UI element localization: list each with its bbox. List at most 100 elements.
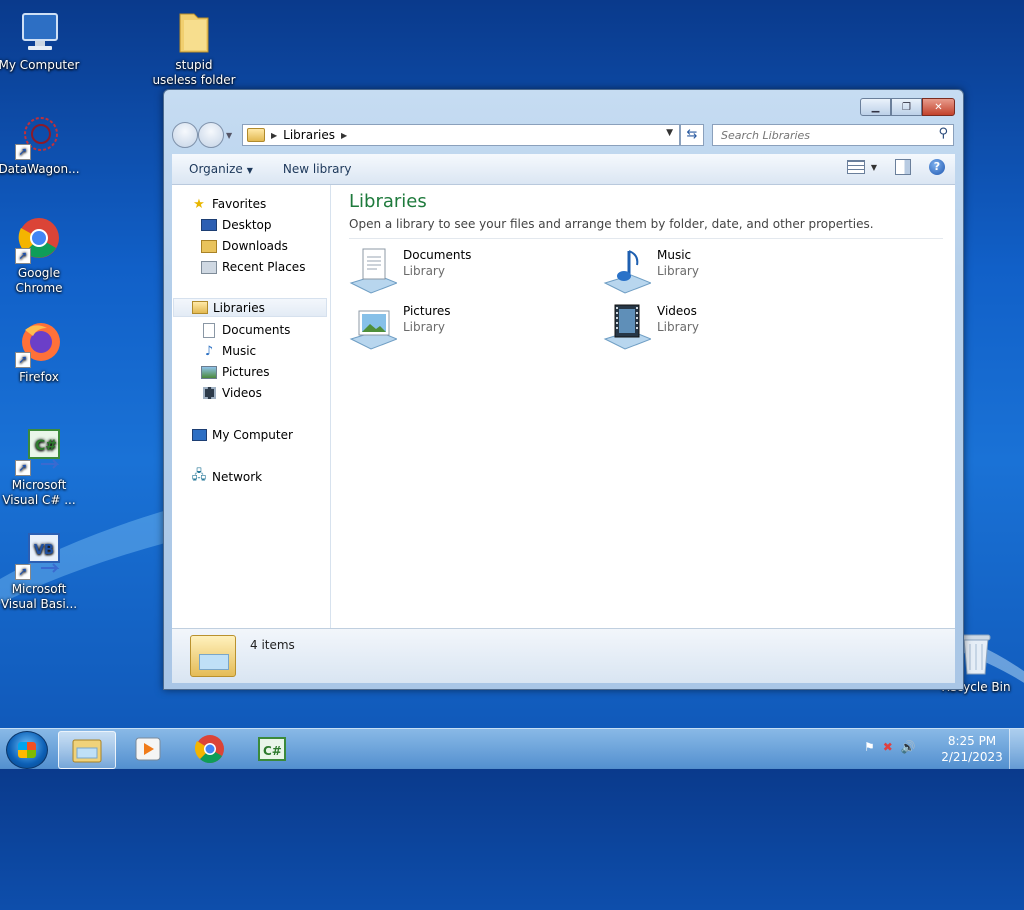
recent-pages-dropdown[interactable]: ▼ [226, 131, 236, 140]
film-icon [201, 386, 217, 400]
svg-text:VB: VB [34, 543, 54, 558]
library-type: Library [403, 320, 445, 334]
breadcrumb-chevron-icon[interactable]: ▶ [341, 131, 347, 140]
organize-button[interactable]: Organize ▼ [189, 162, 253, 176]
desktop-icon-label: Google Chrome [15, 266, 63, 295]
forward-button[interactable] [198, 122, 224, 148]
preview-pane-button[interactable] [895, 159, 911, 175]
desktop-icon-csharp[interactable]: C# ➚ Microsoft Visual C# ... [0, 428, 81, 508]
content-pane: Libraries Open a library to see your fil… [331, 185, 955, 628]
nav-label: Videos [222, 386, 262, 400]
nav-label: Network [212, 470, 263, 484]
desktop-icon-label: DataWagon... [0, 162, 80, 176]
csharp-icon: C# [258, 737, 286, 761]
search-box[interactable]: ⚲ [712, 124, 954, 146]
libraries-large-icon [190, 635, 236, 677]
desktop-icon-label: My Computer [0, 58, 80, 72]
volume-icon[interactable]: 🔊 [901, 740, 916, 754]
minimize-icon: ▁ [871, 101, 880, 113]
nav-label: Desktop [222, 218, 272, 232]
nav-item-my-computer[interactable]: My Computer [191, 428, 293, 442]
show-desktop-button[interactable] [1009, 729, 1024, 769]
chrome-icon [194, 735, 224, 764]
firefox-icon: ➚ [15, 320, 63, 368]
command-bar-right: ▼ ? [846, 159, 945, 175]
nav-item-favorites[interactable]: ★ Favorites [191, 197, 267, 212]
explorer-window[interactable]: ▁ ❐ ✕ ▼ ▶ Libraries ▶ ▼ ⇆ ⚲ Organize▼ Ne… [163, 89, 964, 690]
document-icon [201, 322, 217, 338]
desktop-icon-firefox[interactable]: ➚ Firefox [0, 320, 81, 385]
desktop-icon-folder[interactable]: stupid useless folder [152, 8, 236, 88]
desktop-icon-label: stupid useless folder [152, 58, 236, 87]
back-button[interactable] [172, 122, 198, 148]
refresh-button[interactable]: ⇆ [680, 124, 704, 146]
page-subtitle: Open a library to see your files and arr… [349, 217, 874, 231]
library-name: Music [657, 248, 692, 262]
nav-item-music[interactable]: ♪ Music [201, 344, 257, 359]
library-item-pictures[interactable]: Pictures Library [349, 303, 579, 351]
nav-item-desktop[interactable]: Desktop [201, 218, 272, 232]
view-icon [846, 160, 865, 174]
maximize-icon: ❐ [902, 101, 911, 113]
taskbar-explorer-button[interactable] [58, 731, 116, 769]
nav-label: Libraries [213, 300, 265, 315]
search-icon[interactable]: ⚲ [938, 126, 948, 141]
downloads-folder-icon [201, 239, 217, 253]
csharp-icon: C# ➚ [15, 428, 63, 476]
nav-item-libraries[interactable]: Libraries [173, 298, 327, 317]
new-library-button[interactable]: New library [283, 162, 352, 176]
desktop-icon-vb[interactable]: VB ➚ Microsoft Visual Basi... [0, 532, 81, 612]
nav-label: Favorites [212, 197, 267, 211]
desktop-icon [201, 218, 217, 232]
shortcut-arrow-icon: ➚ [15, 144, 31, 160]
close-button[interactable]: ✕ [922, 98, 955, 116]
maximize-button[interactable]: ❐ [891, 98, 922, 116]
nav-item-videos[interactable]: Videos [201, 386, 262, 400]
chevron-down-icon: ▼ [870, 162, 877, 172]
taskbar-media-player-button[interactable] [120, 731, 176, 767]
libraries-icon [192, 301, 208, 315]
help-button[interactable]: ? [929, 159, 945, 175]
help-icon: ? [933, 160, 941, 173]
library-type: Library [403, 264, 445, 278]
library-item-videos[interactable]: Videos Library [603, 303, 833, 351]
music-library-icon [603, 247, 653, 295]
desktop-icon-chrome[interactable]: ➚ Google Chrome [0, 216, 81, 296]
media-player-icon [135, 737, 161, 761]
taskbar-csharp-button[interactable]: C# [244, 731, 300, 767]
start-button[interactable] [6, 731, 48, 769]
nav-item-network[interactable]: 🖧 Network [191, 468, 263, 484]
nav-item-pictures[interactable]: Pictures [201, 365, 270, 379]
nav-item-recent-places[interactable]: Recent Places [201, 260, 305, 274]
nav-label: Pictures [222, 365, 270, 379]
shortcut-arrow-icon: ➚ [15, 248, 31, 264]
library-item-documents[interactable]: Documents Library [349, 247, 579, 295]
search-input[interactable] [719, 125, 933, 145]
details-pane: 4 items [172, 628, 955, 683]
picture-icon [201, 365, 217, 379]
svg-text:C#: C# [263, 744, 282, 758]
network-disconnected-icon[interactable]: ✖ [883, 740, 893, 754]
network-icon: 🖧 [191, 468, 207, 483]
system-tray: ⚑ ✖ 🔊 [864, 740, 916, 754]
address-bar[interactable]: ▶ Libraries ▶ ▼ [242, 124, 680, 146]
library-item-music[interactable]: Music Library [603, 247, 833, 295]
taskbar-chrome-button[interactable] [182, 731, 238, 767]
item-count: 4 items [250, 638, 295, 652]
desktop-icon-my-computer[interactable]: My Computer [0, 8, 81, 73]
desktop-icon-datawagon[interactable]: ➚ DataWagon... [0, 112, 81, 177]
clock[interactable]: 8:25 PM 2/21/2023 [936, 733, 1008, 765]
address-dropdown-icon[interactable]: ▼ [666, 128, 673, 138]
breadcrumb-libraries[interactable]: Libraries [283, 128, 335, 142]
desktop-icon-label: Firefox [19, 370, 59, 384]
nav-item-documents[interactable]: Documents [201, 322, 291, 338]
explorer-icon [72, 739, 102, 763]
breadcrumb-chevron-icon[interactable]: ▶ [271, 131, 277, 140]
minimize-button[interactable]: ▁ [860, 98, 891, 116]
nav-item-downloads[interactable]: Downloads [201, 239, 288, 253]
action-center-icon[interactable]: ⚑ [864, 740, 875, 754]
shortcut-arrow-icon: ➚ [15, 564, 31, 580]
nav-label: Music [222, 344, 257, 358]
change-view-button[interactable]: ▼ [846, 160, 877, 174]
nav-label: Documents [222, 323, 291, 337]
